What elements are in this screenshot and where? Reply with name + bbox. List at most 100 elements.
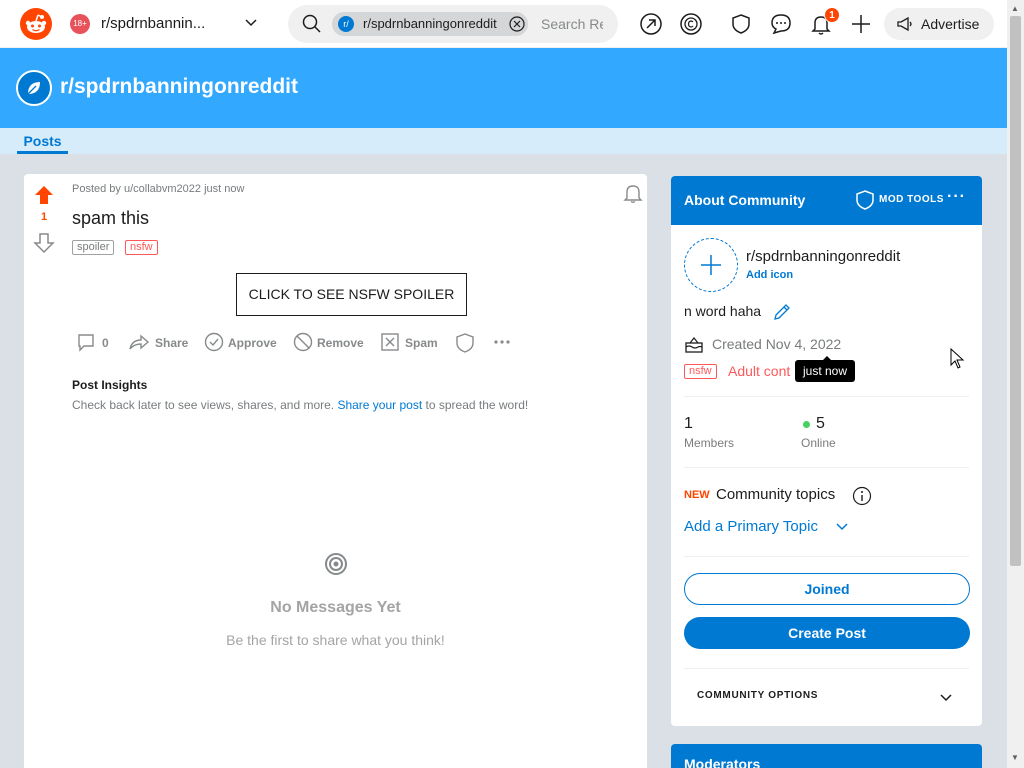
tab-posts[interactable]: Posts: [17, 133, 68, 149]
post-insights-text: Check back later to see views, shares, a…: [72, 398, 528, 412]
members-count: 1: [684, 415, 693, 432]
add-community-icon-button[interactable]: [684, 238, 738, 292]
divider: [684, 467, 969, 468]
clear-chip-icon[interactable]: [509, 16, 525, 32]
share-icon: [129, 334, 150, 350]
post-title[interactable]: spam this: [72, 208, 149, 229]
spam-icon: [381, 333, 399, 351]
vote-column: 1: [24, 174, 64, 768]
insights-text-after: to spread the word!: [422, 398, 529, 412]
mod-shield-icon: [456, 333, 474, 353]
notification-badge: 1: [824, 7, 840, 23]
chevron-down-icon[interactable]: [244, 16, 258, 30]
vote-count: 1: [40, 211, 48, 223]
community-options-label[interactable]: COMMUNITY OPTIONS: [697, 690, 818, 701]
about-community-header: About Community MOD TOOLS ···: [671, 176, 982, 225]
scroll-up-arrow-icon[interactable]: ▲: [1011, 4, 1019, 13]
add-icon-link[interactable]: Add icon: [746, 269, 793, 281]
spoiler-tag: spoiler: [72, 240, 115, 255]
post-meta: Posted by u/collabvm2022 just now: [72, 183, 245, 195]
advertise-button[interactable]: Advertise: [884, 8, 994, 40]
community-avatar[interactable]: 18+: [70, 14, 90, 34]
about-more-icon[interactable]: ···: [947, 188, 966, 206]
approve-button[interactable]: Approve: [204, 332, 280, 354]
add-primary-topic-dropdown[interactable]: Add a Primary Topic: [684, 518, 848, 535]
top-navigation-bar: 18+ r/spdrnbannin... r/ r/spdrnbanningon…: [0, 0, 1007, 48]
share-your-post-link[interactable]: Share your post: [337, 398, 422, 412]
create-post-plus-icon[interactable]: [849, 12, 873, 36]
page-scrollbar[interactable]: ▲ ▼: [1007, 0, 1024, 768]
comments-button[interactable]: 0: [76, 332, 116, 354]
insights-text-before: Check back later to see views, shares, a…: [72, 398, 338, 412]
mod-actions-button[interactable]: [455, 332, 477, 354]
search-chip-label: r/spdrnbanningonreddit: [363, 16, 497, 31]
nsfw-tag: nsfw: [684, 364, 717, 379]
new-badge: NEW: [684, 489, 710, 501]
upvote-arrow-icon[interactable]: [33, 184, 55, 206]
more-dots-icon: [494, 340, 510, 344]
remove-label: Remove: [317, 336, 364, 350]
popular-arrow-icon[interactable]: [639, 12, 663, 36]
members-label: Members: [684, 436, 735, 450]
target-icon: [325, 553, 347, 575]
about-community-title: About Community: [684, 192, 806, 208]
divider: [684, 556, 969, 557]
search-icon: [302, 14, 321, 33]
active-tab-indicator: [17, 151, 68, 154]
created-date: Created Nov 4, 2022: [712, 336, 842, 352]
follow-bell-icon[interactable]: [622, 182, 644, 204]
spam-button[interactable]: Spam: [380, 332, 440, 354]
community-tabs: Posts: [0, 128, 1007, 154]
more-options-button[interactable]: [492, 332, 514, 354]
search-community-chip[interactable]: r/ r/spdrnbanningonreddit: [332, 12, 528, 36]
advertise-label: Advertise: [921, 16, 980, 32]
scrollbar-thumb[interactable]: [1010, 16, 1021, 566]
remove-ban-icon: [293, 332, 313, 352]
edit-pencil-icon[interactable]: [772, 302, 792, 322]
chevron-down-icon[interactable]: [939, 691, 953, 705]
divider: [684, 668, 969, 669]
no-messages-subtitle: Be the first to share what you think!: [226, 632, 445, 648]
add-primary-topic-label: Add a Primary Topic: [684, 518, 818, 535]
coins-icon[interactable]: [679, 12, 703, 36]
search-bar[interactable]: r/ r/spdrnbanningonreddit Search Reddit: [288, 5, 618, 43]
community-topics-label: Community topics: [716, 486, 836, 503]
approve-label: Approve: [228, 336, 277, 350]
mod-shield-icon: [856, 190, 874, 210]
info-icon[interactable]: [852, 486, 872, 506]
search-input[interactable]: Search Reddit: [541, 16, 603, 32]
online-indicator: [803, 421, 810, 428]
post-card: 1 Posted by u/collabvm2022 just now spam…: [24, 174, 647, 768]
tooltip: just now: [795, 356, 856, 382]
moderators-card-header: Moderators: [671, 744, 982, 768]
plus-icon: [701, 255, 721, 275]
nsfw-tag: nsfw: [125, 240, 158, 255]
reveal-nsfw-button[interactable]: CLICK TO SEE NSFW SPOILER: [236, 273, 467, 316]
remove-button[interactable]: Remove: [293, 332, 369, 354]
share-label: Share: [155, 336, 189, 350]
share-button[interactable]: Share: [128, 332, 192, 354]
sidebar-community-name: r/spdrnbanningonreddit: [746, 248, 901, 265]
about-community-card: About Community MOD TOOLS ··· r/spdrnban…: [671, 176, 982, 726]
scroll-down-arrow-icon[interactable]: ▼: [1011, 753, 1019, 762]
mod-tools-label: MOD TOOLS: [879, 194, 944, 205]
downvote-arrow-icon[interactable]: [33, 232, 55, 254]
chat-icon[interactable]: [769, 12, 793, 36]
community-banner: r/spdrnbanningonreddit: [0, 48, 1007, 128]
leaf-icon: [27, 82, 40, 95]
moderators-title: Moderators: [684, 756, 761, 768]
divider: [684, 396, 969, 397]
megaphone-icon: [897, 16, 912, 32]
adult-content-label: Adult cont: [728, 363, 791, 379]
community-description: n word haha: [684, 303, 762, 319]
joined-button[interactable]: Joined: [684, 573, 970, 605]
community-switcher-label[interactable]: r/spdrnbannin...: [101, 15, 205, 32]
no-messages-title: No Messages Yet: [270, 599, 401, 616]
post-insights-title: Post Insights: [72, 378, 148, 392]
chevron-down-icon: [836, 523, 848, 531]
community-icon: [16, 70, 52, 106]
mod-shield-icon[interactable]: [729, 12, 753, 36]
reddit-logo[interactable]: [20, 8, 52, 40]
mouse-cursor-icon: [950, 348, 965, 369]
create-post-button[interactable]: Create Post: [684, 617, 970, 649]
